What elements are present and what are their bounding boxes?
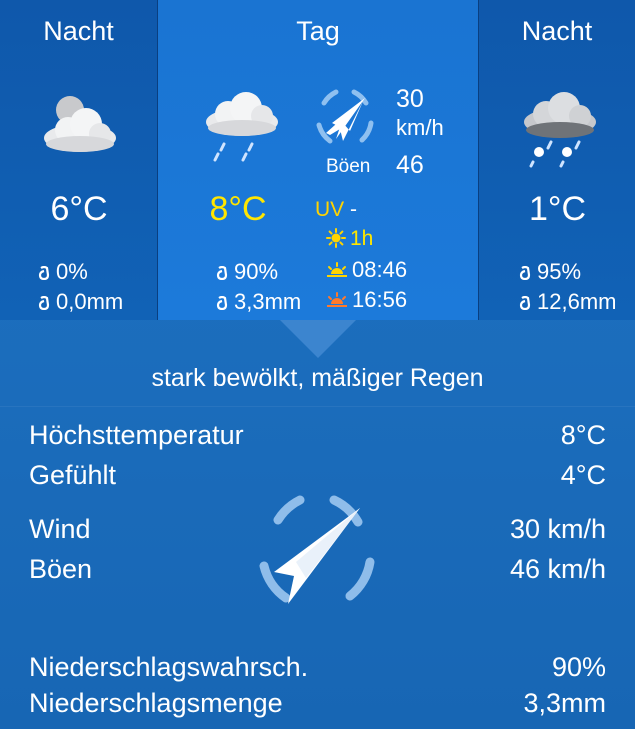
- detail-value-feels-like: 4°C: [560, 460, 606, 490]
- raindrop-icon: [519, 266, 531, 280]
- detail-value-gusts: 46 km/h: [509, 554, 606, 584]
- cloud-rain-icon: [206, 92, 278, 162]
- period-title: Tag: [296, 16, 340, 46]
- cloud-sleet-icon: [524, 92, 596, 168]
- divider: [0, 406, 635, 407]
- temperature: 1°C: [528, 190, 587, 228]
- raindrop-icon: [216, 266, 228, 280]
- detail-value-precip-amount: 3,3mm: [523, 688, 606, 718]
- raindrop-icon: [38, 296, 50, 310]
- detail-label-wind: Wind: [29, 514, 91, 544]
- selected-period-pointer: [280, 320, 356, 358]
- sun-hours: 1h: [326, 227, 373, 251]
- detail-label-precip-prob: Niederschlagswahrsch.: [29, 652, 309, 682]
- period-title: Nacht: [43, 16, 114, 46]
- sunset: 16:56: [326, 287, 407, 313]
- wind-direction-icon: [259, 495, 375, 604]
- detail-label-max-temp: Höchsttemperatur: [29, 420, 244, 450]
- period-day[interactable]: Tag 30 km/h Böen 46 8°C UV - 1h 08:46 16…: [158, 0, 478, 320]
- wind-direction-icon: [316, 89, 374, 144]
- period-night-left[interactable]: Nacht 6°C 0% 0,0mm: [0, 0, 158, 320]
- detail-label-feels-like: Gefühlt: [29, 460, 117, 490]
- precip-amount: 12,6mm: [519, 289, 616, 315]
- detail-value-precip-prob: 90%: [551, 652, 606, 682]
- period-night-right[interactable]: Nacht 1°C 95% 12,6mm: [478, 0, 635, 320]
- forecast-periods: Nacht 6°C 0% 0,0mm Tag 30 km/h Böen 46 8…: [0, 0, 635, 320]
- sun-icon: [326, 228, 346, 248]
- uv-label: UV: [315, 198, 345, 221]
- detail-label-gusts: Böen: [29, 554, 93, 584]
- gusts-label: Böen: [326, 156, 371, 177]
- gusts-value: 46: [396, 151, 424, 179]
- sunrise: 08:46: [326, 257, 407, 283]
- precip-probability: 90%: [216, 259, 278, 285]
- uv-index: UV -: [315, 198, 358, 221]
- detail-label-precip-amount: Niederschlagsmenge: [29, 688, 283, 718]
- wind-speed: 30: [396, 85, 424, 113]
- raindrop-icon: [519, 296, 531, 310]
- precip-probability: 95%: [519, 259, 581, 285]
- weather-description: stark bewölkt, mäßiger Regen: [151, 364, 484, 392]
- precip-amount: 0,0mm: [38, 289, 123, 315]
- temperature: 8°C: [209, 190, 267, 228]
- detail-value-wind: 30 km/h: [509, 514, 606, 544]
- precip-amount: 3,3mm: [216, 289, 301, 315]
- sunset-icon: [327, 292, 347, 307]
- moon-cloud-icon: [44, 96, 116, 152]
- raindrop-icon: [38, 266, 50, 280]
- precip-probability: 0%: [38, 259, 88, 285]
- temperature: 6°C: [50, 190, 108, 228]
- sunrise-icon: [327, 262, 347, 277]
- period-title: Nacht: [521, 16, 593, 46]
- wind-unit: km/h: [396, 115, 444, 140]
- detail-value-max-temp: 8°C: [560, 420, 606, 450]
- raindrop-icon: [216, 296, 228, 310]
